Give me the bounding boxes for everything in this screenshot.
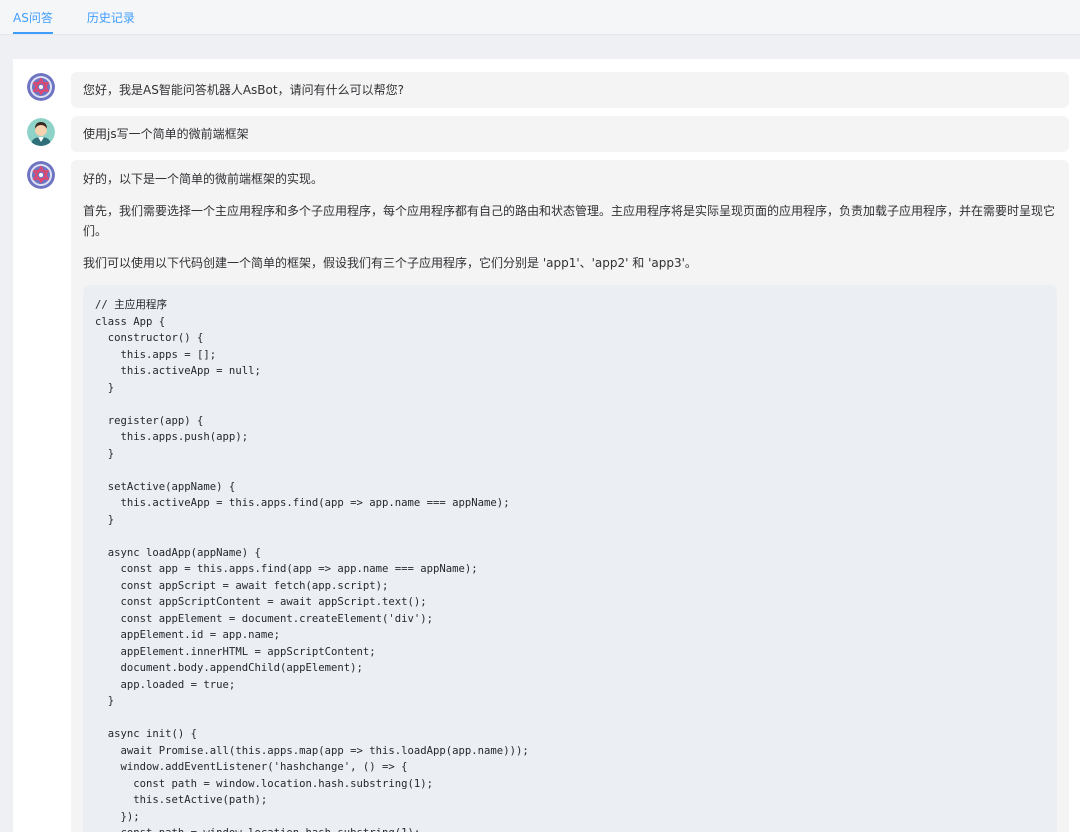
top-tab-bar: AS问答 历史记录 (0, 0, 1080, 35)
message-text: 您好，我是AS智能问答机器人AsBot，请问有什么可以帮您? (83, 83, 404, 97)
message-bubble: 好的，以下是一个简单的微前端框架的实现。 首先，我们需要选择一个主应用程序和多个… (71, 160, 1069, 832)
message-text: 使用js写一个简单的微前端框架 (83, 127, 249, 141)
tab-list: AS问答 历史记录 (13, 0, 135, 34)
bot-avatar-icon (27, 161, 55, 189)
message-bubble: 使用js写一个简单的微前端框架 (71, 116, 1069, 152)
tab-history[interactable]: 历史记录 (87, 0, 135, 34)
message-paragraph: 首先，我们需要选择一个主应用程序和多个子应用程序，每个应用程序都有自己的路由和状… (83, 204, 1056, 238)
user-avatar-icon (27, 118, 55, 146)
code-block[interactable]: // 主应用程序 class App { constructor() { thi… (83, 285, 1057, 832)
spacer (0, 35, 1080, 59)
chat-panel[interactable]: 您好，我是AS智能问答机器人AsBot，请问有什么可以帮您? 使用js写一个简单… (13, 59, 1080, 832)
bot-avatar-icon (27, 73, 55, 101)
tab-as-qa[interactable]: AS问答 (13, 0, 53, 34)
message-paragraph: 我们可以使用以下代码创建一个简单的框架，假设我们有三个子应用程序，它们分别是 '… (83, 256, 697, 270)
message-paragraph: 好的，以下是一个简单的微前端框架的实现。 (83, 172, 324, 186)
message-bubble: 您好，我是AS智能问答机器人AsBot，请问有什么可以帮您? (71, 72, 1069, 108)
